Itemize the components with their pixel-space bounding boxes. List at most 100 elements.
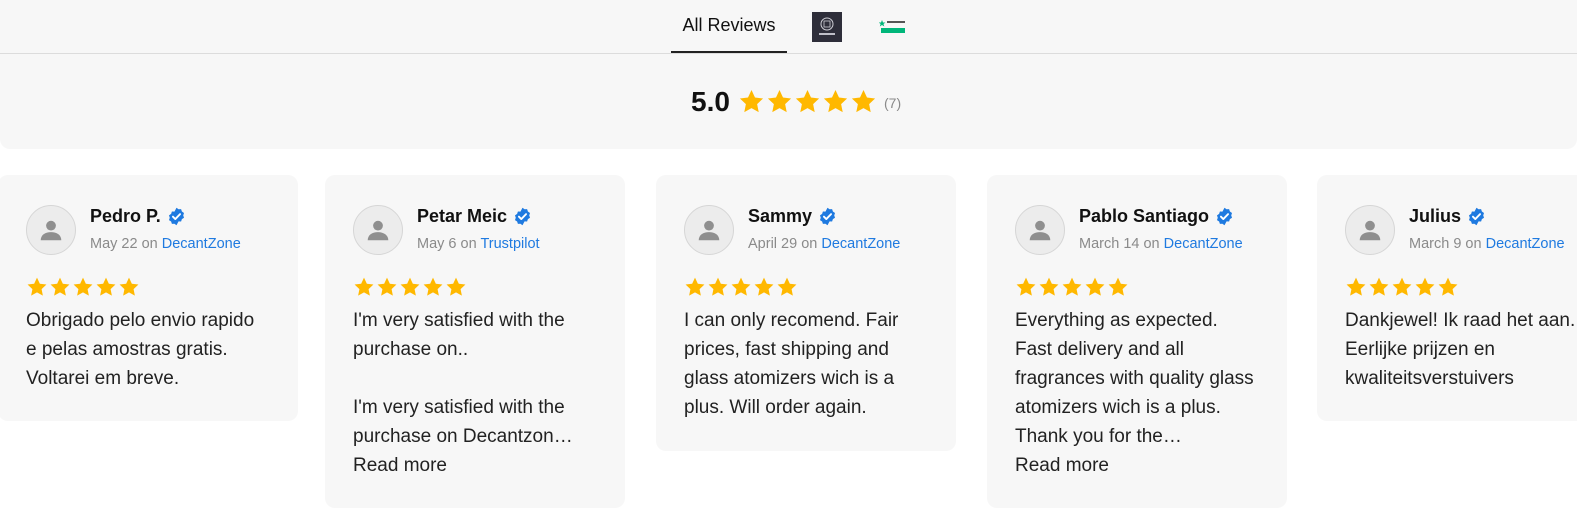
tab-trustpilot[interactable] — [878, 18, 907, 36]
review-text: Dankjewel! Ik raad het aan. Eerlijke pri… — [1345, 310, 1576, 389]
reviewer-name: Julius — [1409, 206, 1462, 226]
star-icon — [754, 277, 774, 296]
review-card: Sammy April 29 on DecantZone I can only re… — [656, 175, 956, 451]
review-on-text: on — [1465, 236, 1482, 252]
review-meta: March 9 on DecantZone — [1409, 236, 1565, 252]
verified-badge-icon — [1217, 207, 1233, 226]
verified-badge-icon — [820, 207, 836, 226]
star-icon — [1369, 277, 1389, 296]
review-meta: May 22 on DecantZone — [90, 236, 241, 252]
reviewer-name-row: Julius — [1409, 206, 1486, 227]
reviewer-name-row: Sammy — [748, 206, 837, 227]
review-date: March 14 — [1079, 236, 1140, 252]
star-icon — [851, 90, 876, 113]
star-icon — [50, 277, 70, 296]
review-star-rating — [1345, 276, 1459, 298]
review-source-link[interactable]: DecantZone — [1486, 236, 1565, 252]
review-source-link[interactable]: Trustpilot — [480, 236, 539, 252]
reviewer-name: Pablo Santiago — [1079, 206, 1210, 226]
avatar — [353, 205, 403, 255]
avatar — [26, 205, 76, 255]
star-icon — [708, 277, 728, 296]
review-text: I can only recomend. Fair prices, fast s… — [684, 310, 899, 418]
review-source-link[interactable]: DecantZone — [821, 236, 900, 252]
review-text: Everything as expected. Fast delivery an… — [1015, 310, 1254, 447]
verified-badge-icon — [168, 207, 184, 226]
star-icon — [446, 277, 466, 296]
star-icon — [1392, 277, 1412, 296]
review-date: May 22 — [90, 236, 138, 252]
review-date: March 9 — [1409, 236, 1462, 252]
review-card: Petar Meic May 6 on Trustpilot I'm very sa… — [325, 175, 625, 508]
review-star-rating — [684, 276, 798, 298]
star-icon — [119, 277, 139, 296]
review-count: (7) — [884, 95, 902, 111]
star-icon — [1062, 277, 1082, 296]
reviewer-name-row: Petar Meic — [417, 206, 532, 227]
tab-decantzone[interactable] — [812, 12, 842, 42]
star-icon — [1438, 277, 1458, 296]
trustpilot-logo-icon — [878, 20, 905, 33]
review-on-text: on — [1143, 236, 1160, 252]
star-icon — [731, 277, 751, 296]
review-on-text: on — [460, 236, 477, 252]
review-date: May 6 — [417, 236, 457, 252]
verified-badge-icon — [515, 207, 531, 226]
review-meta: April 29 on DecantZone — [748, 236, 900, 252]
star-icon — [767, 90, 792, 113]
review-meta: March 14 on DecantZone — [1079, 236, 1243, 252]
review-meta: May 6 on Trustpilot — [417, 236, 540, 252]
verified-badge-icon — [1468, 207, 1485, 226]
read-more-link[interactable]: Read more — [1015, 451, 1255, 480]
star-icon — [96, 277, 116, 296]
review-on-text: on — [801, 236, 818, 252]
user-silhouette-icon — [1029, 220, 1051, 241]
reviews-tab-bar: All Reviews — [0, 0, 1577, 54]
avatar — [1015, 205, 1065, 255]
review-card: Julius March 9 on DecantZone Dankjewel! Ik… — [1317, 175, 1577, 421]
star-icon — [400, 277, 420, 296]
review-body: I'm very satisfied with the purchase on.… — [353, 306, 593, 480]
average-rating: 5.0 — [691, 86, 730, 117]
review-body: Everything as expected. Fast delivery an… — [1015, 306, 1255, 480]
reviewer-name-row: Pablo Santiago — [1079, 206, 1234, 227]
star-icon — [777, 277, 797, 296]
reviewer-name: Sammy — [748, 206, 813, 226]
review-source-link[interactable]: DecantZone — [1164, 236, 1243, 252]
star-icon — [1415, 277, 1435, 296]
review-star-rating — [26, 276, 140, 298]
review-star-rating — [353, 276, 467, 298]
star-icon — [823, 90, 848, 113]
review-on-text: on — [141, 236, 158, 252]
review-body: Obrigado pelo envio rapido e pelas amost… — [26, 306, 266, 393]
avatar — [1345, 205, 1395, 255]
star-icon — [1039, 277, 1059, 296]
review-body: Dankjewel! Ik raad het aan. Eerlijke pri… — [1345, 306, 1577, 393]
reviewer-name: Pedro P. — [90, 206, 161, 226]
user-silhouette-icon — [40, 220, 62, 241]
star-icon — [1108, 277, 1128, 296]
reviewer-name-row: Pedro P. — [90, 206, 186, 227]
star-icon — [73, 277, 93, 296]
star-icon — [354, 277, 374, 296]
read-more-link[interactable]: Read more — [353, 451, 593, 480]
star-icon — [27, 277, 47, 296]
review-card: Pedro P. May 22 on DecantZone Obrigado pel… — [0, 175, 298, 421]
review-card: Pablo Santiago March 14 on DecantZone Ever… — [987, 175, 1287, 508]
review-text: I'm very satisfied with the purchase on.… — [353, 310, 573, 447]
user-silhouette-icon — [1359, 220, 1381, 241]
star-icon — [795, 90, 820, 113]
star-icon — [739, 90, 764, 113]
review-star-rating — [1015, 276, 1129, 298]
summary-star-rating — [738, 88, 877, 115]
decantzone-logo-icon — [812, 12, 842, 42]
star-icon — [685, 277, 705, 296]
review-source-link[interactable]: DecantZone — [162, 236, 241, 252]
reviewer-name: Petar Meic — [417, 206, 508, 226]
star-icon — [423, 277, 443, 296]
star-icon — [377, 277, 397, 296]
user-silhouette-icon — [367, 220, 389, 241]
review-body: I can only recomend. Fair prices, fast s… — [684, 306, 924, 422]
review-text: Obrigado pelo envio rapido e pelas amost… — [26, 310, 255, 389]
tab-all-reviews[interactable]: All Reviews — [671, 0, 787, 53]
